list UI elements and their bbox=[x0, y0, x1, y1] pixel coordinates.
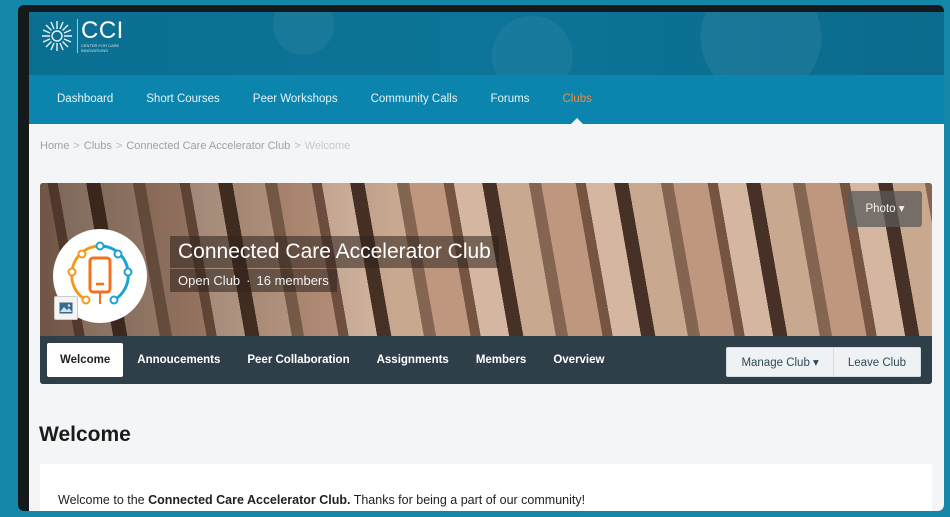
club-tabbar: Welcome Annoucements Peer Collaboration … bbox=[40, 336, 932, 384]
club-actions: Manage Club ▾ Leave Club bbox=[726, 347, 921, 377]
meta-separator: · bbox=[246, 273, 251, 288]
cci-logo[interactable]: CCI CENTER FOR CARE INNOVATIONS bbox=[39, 18, 131, 54]
page-title: Welcome bbox=[39, 423, 131, 446]
breadcrumb: Home > Clubs > Connected Care Accelerato… bbox=[40, 140, 350, 152]
app-window: CCI CENTER FOR CARE INNOVATIONS Dashboar… bbox=[18, 5, 944, 511]
brand-bar: CCI CENTER FOR CARE INNOVATIONS bbox=[29, 12, 944, 75]
breadcrumb-club[interactable]: Connected Care Accelerator Club bbox=[126, 140, 290, 152]
breadcrumb-separator: > bbox=[73, 140, 80, 152]
photo-button[interactable]: Photo ▾ bbox=[848, 191, 922, 227]
welcome-club-name: Connected Care Accelerator Club. bbox=[148, 493, 351, 507]
club-meta: Open Club · 16 members bbox=[170, 269, 337, 292]
welcome-text-before: Welcome to the bbox=[58, 493, 149, 507]
logo-title: CCI bbox=[81, 17, 124, 44]
leave-club-button[interactable]: Leave Club bbox=[833, 347, 921, 377]
nav-community-calls[interactable]: Community Calls bbox=[371, 75, 458, 124]
nav-short-courses[interactable]: Short Courses bbox=[146, 75, 220, 124]
tab-assignments[interactable]: Assignments bbox=[364, 343, 462, 377]
welcome-message: Welcome to the Connected Care Accelerato… bbox=[58, 493, 585, 507]
breadcrumb-separator: > bbox=[115, 140, 123, 152]
change-avatar-button[interactable] bbox=[54, 296, 78, 320]
tab-overview[interactable]: Overview bbox=[540, 343, 617, 377]
tab-members[interactable]: Members bbox=[463, 343, 540, 377]
tab-peer-collaboration[interactable]: Peer Collaboration bbox=[234, 343, 362, 377]
tab-welcome[interactable]: Welcome bbox=[47, 343, 124, 377]
main-nav: Dashboard Short Courses Peer Workshops C… bbox=[29, 75, 944, 124]
member-count[interactable]: 16 members bbox=[257, 273, 329, 288]
logo-subtitle: CENTER FOR CARE INNOVATIONS bbox=[81, 43, 120, 53]
manage-club-button[interactable]: Manage Club ▾ bbox=[726, 347, 834, 377]
breadcrumb-home[interactable]: Home bbox=[40, 140, 69, 152]
tab-announcements[interactable]: Annoucements bbox=[124, 343, 233, 377]
browser-viewport: CCI CENTER FOR CARE INNOVATIONS Dashboar… bbox=[29, 12, 944, 511]
starburst-logo-icon bbox=[42, 21, 72, 51]
breadcrumb-current: Welcome bbox=[304, 140, 351, 152]
nav-clubs[interactable]: Clubs bbox=[562, 75, 592, 124]
club-type: Open Club bbox=[178, 273, 241, 288]
image-icon bbox=[59, 302, 73, 314]
nav-peer-workshops[interactable]: Peer Workshops bbox=[253, 75, 338, 124]
welcome-text-after: Thanks for being a part of our community… bbox=[350, 493, 586, 507]
nav-forums[interactable]: Forums bbox=[491, 75, 530, 124]
club-banner: Photo ▾ Connected Care Accelerator Club … bbox=[40, 183, 932, 384]
welcome-card: Welcome to the Connected Care Accelerato… bbox=[40, 464, 932, 511]
breadcrumb-clubs[interactable]: Clubs bbox=[84, 140, 112, 152]
club-title: Connected Care Accelerator Club bbox=[170, 236, 499, 268]
nav-dashboard[interactable]: Dashboard bbox=[57, 75, 113, 124]
breadcrumb-separator: > bbox=[294, 140, 301, 152]
